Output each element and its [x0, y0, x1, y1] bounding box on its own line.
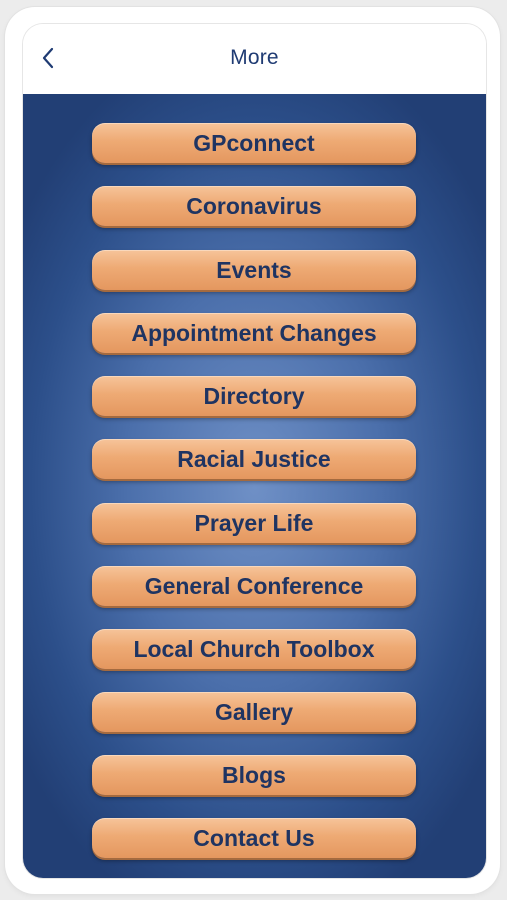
menu-item-label: Local Church Toolbox: [133, 635, 375, 662]
menu-item-label: Contact Us: [193, 824, 315, 851]
menu-item-label: Blogs: [222, 761, 286, 788]
events-button[interactable]: Events: [92, 250, 416, 290]
prayer-life-button[interactable]: Prayer Life: [92, 503, 416, 543]
menu-item-label: Coronavirus: [186, 192, 322, 219]
gpconnect-button[interactable]: GPconnect: [92, 123, 416, 163]
local-church-toolbox-button[interactable]: Local Church Toolbox: [92, 629, 416, 669]
coronavirus-button[interactable]: Coronavirus: [92, 186, 416, 226]
racial-justice-button[interactable]: Racial Justice: [92, 439, 416, 479]
page-title: More: [230, 46, 279, 69]
gallery-button[interactable]: Gallery: [92, 692, 416, 732]
nav-bar: More: [23, 24, 486, 94]
menu-item-label: Directory: [203, 382, 305, 409]
menu-item-label: Appointment Changes: [131, 319, 377, 346]
menu-list: GPconnect Coronavirus Events Appointment…: [23, 94, 486, 878]
phone-frame: More GPconnect Coronavirus Events Appoin…: [5, 7, 500, 894]
appointment-changes-button[interactable]: Appointment Changes: [92, 313, 416, 353]
contact-us-button[interactable]: Contact Us: [92, 818, 416, 858]
directory-button[interactable]: Directory: [92, 376, 416, 416]
menu-item-label: Racial Justice: [177, 445, 331, 472]
menu-item-label: Prayer Life: [194, 509, 314, 536]
menu-item-label: Events: [216, 256, 292, 283]
menu-item-label: General Conference: [144, 572, 364, 599]
general-conference-button[interactable]: General Conference: [92, 566, 416, 606]
blogs-button[interactable]: Blogs: [92, 755, 416, 795]
app-screen: More GPconnect Coronavirus Events Appoin…: [23, 24, 486, 878]
menu-item-label: GPconnect: [193, 129, 315, 156]
menu-item-label: Gallery: [215, 698, 293, 725]
